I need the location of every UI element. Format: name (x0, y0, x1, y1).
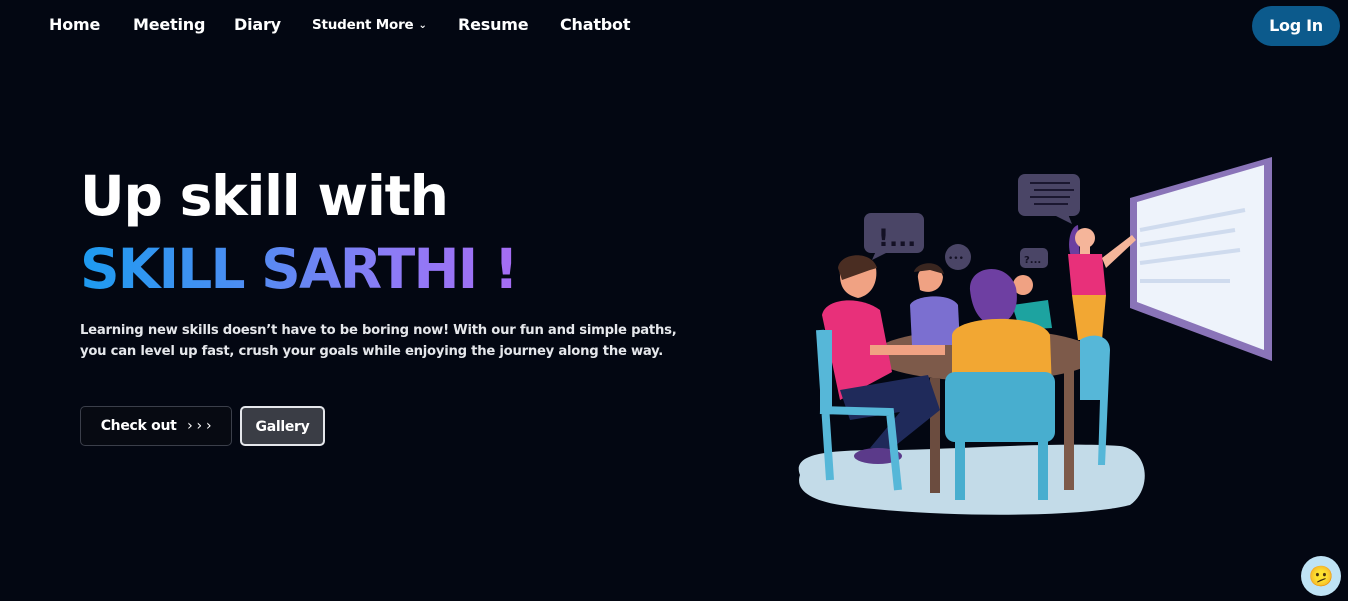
hero-title: Up skill with (80, 164, 449, 228)
chat-assistant-button[interactable]: 🫤 (1301, 556, 1341, 596)
nav-student-more-dropdown[interactable]: Student More ⌄ (312, 17, 427, 33)
top-navbar: Home Meeting Diary Student More ⌄ Resume … (0, 0, 1348, 52)
login-button[interactable]: Log In (1252, 6, 1340, 46)
hero-brand-title: SKILL SARTHI ! (80, 237, 519, 301)
team-meeting-illustration: !... ••• ?... (798, 157, 1272, 515)
arrows-right-icon: › › › (187, 418, 212, 434)
exclaim-bubble-text: !... (878, 224, 916, 252)
hero-description: Learning new skills doesn’t have to be b… (80, 323, 677, 359)
nav-chatbot[interactable]: Chatbot (560, 15, 630, 34)
nav-resume[interactable]: Resume (458, 15, 529, 34)
nav-student-more-label: Student More (312, 17, 414, 33)
dots-bubble-text: ••• (948, 254, 964, 264)
nav-diary[interactable]: Diary (234, 15, 281, 34)
nav-meeting[interactable]: Meeting (133, 15, 205, 34)
question-bubble-text: ?... (1024, 255, 1041, 266)
chevron-down-icon: ⌄ (418, 20, 427, 31)
check-out-label: Check out (100, 418, 177, 434)
gallery-button[interactable]: Gallery (240, 406, 325, 446)
check-out-button[interactable]: Check out › › › (80, 406, 232, 446)
nav-home[interactable]: Home (49, 15, 100, 34)
